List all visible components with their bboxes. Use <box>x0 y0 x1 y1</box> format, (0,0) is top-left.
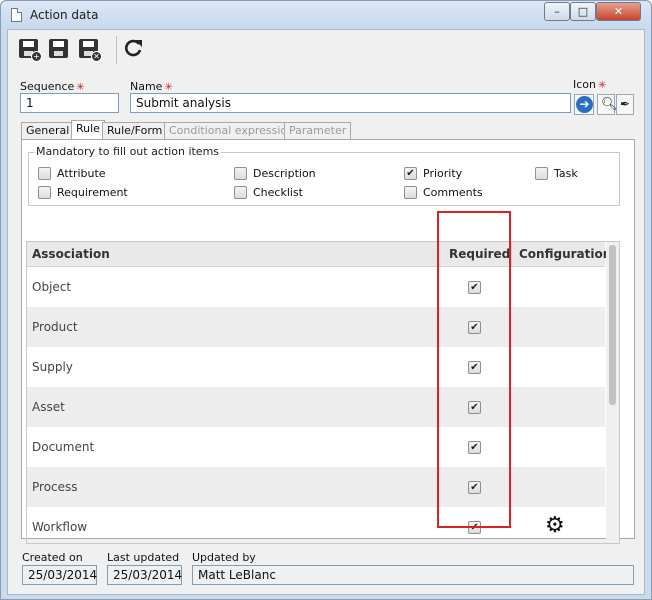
name-label: Name ✳ <box>130 80 173 93</box>
required-mark-icon: ✳ <box>598 80 607 91</box>
association-cell: Asset <box>32 400 65 414</box>
name-field[interactable]: Submit analysis <box>130 93 571 113</box>
association-cell: Workflow <box>32 520 88 534</box>
checklist-checkbox[interactable] <box>234 186 247 199</box>
configuration-column-header[interactable]: Configuration <box>519 247 611 261</box>
column-divider <box>437 242 438 267</box>
required-checkbox[interactable] <box>468 441 481 454</box>
sequence-label: Sequence ✳ <box>20 80 85 93</box>
updated-by-label: Updated by <box>192 551 256 564</box>
last-updated-label: Last updated <box>107 551 180 564</box>
dialog-content: + ✕ Sequence ✳ 1 Name ✳ Submit analysis Ic… <box>7 29 645 595</box>
requirement-label: Requirement <box>57 186 128 199</box>
table-row[interactable]: Process <box>27 467 605 507</box>
required-checkbox[interactable] <box>468 481 481 494</box>
gear-icon[interactable]: ⚙ <box>545 515 565 537</box>
search-icon-button[interactable]: 🔍︎ <box>597 94 618 115</box>
scrollbar-thumb[interactable] <box>609 245 616 405</box>
minimize-button[interactable]: – <box>544 2 570 21</box>
table-row[interactable]: Product <box>27 307 605 347</box>
association-cell: Process <box>32 480 78 494</box>
save-close-button[interactable]: ✕ <box>77 37 102 62</box>
created-on-label: Created on <box>22 551 83 564</box>
description-label: Description <box>253 167 316 180</box>
arrow-right-icon: ➔ <box>576 96 593 113</box>
tab-parameter[interactable]: Parameter <box>284 122 352 140</box>
association-cell: Supply <box>32 360 73 374</box>
association-grid: Association Required Configuration Objec… <box>26 241 620 544</box>
clear-icon-button[interactable]: ✒ <box>616 94 634 115</box>
required-mark-icon: ✳ <box>76 82 85 93</box>
required-checkbox[interactable] <box>468 521 481 534</box>
attribute-label: Attribute <box>57 167 106 180</box>
updated-by-field: Matt LeBlanc <box>192 565 634 585</box>
checklist-label: Checklist <box>253 186 303 199</box>
tab-conditional-expression[interactable]: Conditional expression <box>164 122 300 140</box>
table-row[interactable]: Supply <box>27 347 605 387</box>
refresh-icon <box>125 39 142 57</box>
grid-header: Association Required Configuration <box>27 242 611 267</box>
vertical-scrollbar[interactable] <box>606 242 619 543</box>
table-row[interactable]: Document <box>27 427 605 467</box>
tab-rule[interactable]: Rule <box>71 120 105 140</box>
mandatory-items-group: Mandatory to fill out action items Attri… <box>28 145 620 206</box>
toolbar-separator <box>116 36 117 64</box>
refresh-button[interactable] <box>122 37 146 61</box>
created-on-field: 25/03/2014 <box>22 565 97 585</box>
required-checkbox[interactable] <box>468 281 481 294</box>
priority-label: Priority <box>423 167 463 180</box>
plus-badge-icon: + <box>31 51 42 62</box>
rule-tab-panel: Mandatory to fill out action items Attri… <box>21 139 635 544</box>
title-bar: Action data – □ ✕ <box>1 1 651 29</box>
task-checkbox[interactable] <box>535 167 548 180</box>
required-mark-icon: ✳ <box>164 82 173 93</box>
tab-rule-form[interactable]: Rule/Form <box>102 122 168 140</box>
task-label: Task <box>554 167 578 180</box>
comments-checkbox[interactable] <box>404 186 417 199</box>
association-cell: Document <box>32 440 95 454</box>
mandatory-items-title: Mandatory to fill out action items <box>34 145 222 158</box>
table-row[interactable]: Workflow ⚙ <box>27 507 605 543</box>
document-icon <box>11 8 22 22</box>
column-divider <box>511 242 512 267</box>
required-checkbox[interactable] <box>468 321 481 334</box>
required-checkbox[interactable] <box>468 361 481 374</box>
close-badge-icon: ✕ <box>91 51 102 62</box>
attribute-checkbox[interactable] <box>38 167 51 180</box>
tab-general[interactable]: General <box>21 122 75 140</box>
save-new-button[interactable]: + <box>17 37 42 62</box>
description-checkbox[interactable] <box>234 167 247 180</box>
icon-label: Icon ✳ <box>573 78 607 91</box>
table-row[interactable]: Asset <box>27 387 605 427</box>
association-cell: Product <box>32 320 78 334</box>
window-title: Action data <box>30 8 99 22</box>
close-button[interactable]: ✕ <box>596 2 641 21</box>
maximize-button[interactable]: □ <box>570 2 596 21</box>
association-column-header[interactable]: Association <box>32 247 110 261</box>
sequence-field[interactable]: 1 <box>20 93 119 113</box>
save-button[interactable] <box>47 37 71 61</box>
table-row[interactable]: Object <box>27 267 605 307</box>
required-checkbox[interactable] <box>468 401 481 414</box>
eraser-icon: ✒ <box>620 97 631 111</box>
last-updated-field: 25/03/2014 <box>107 565 182 585</box>
priority-checkbox[interactable] <box>404 167 417 180</box>
toolbar: + ✕ <box>8 30 644 70</box>
comments-label: Comments <box>423 186 483 199</box>
selected-icon-preview[interactable]: ➔ <box>574 94 594 115</box>
association-cell: Object <box>32 280 72 294</box>
action-data-window: Action data – □ ✕ + ✕ Sequence ✳ 1 Name … <box>0 0 652 600</box>
save-icon <box>49 39 68 58</box>
requirement-checkbox[interactable] <box>38 186 51 199</box>
required-column-header[interactable]: Required <box>449 247 510 261</box>
